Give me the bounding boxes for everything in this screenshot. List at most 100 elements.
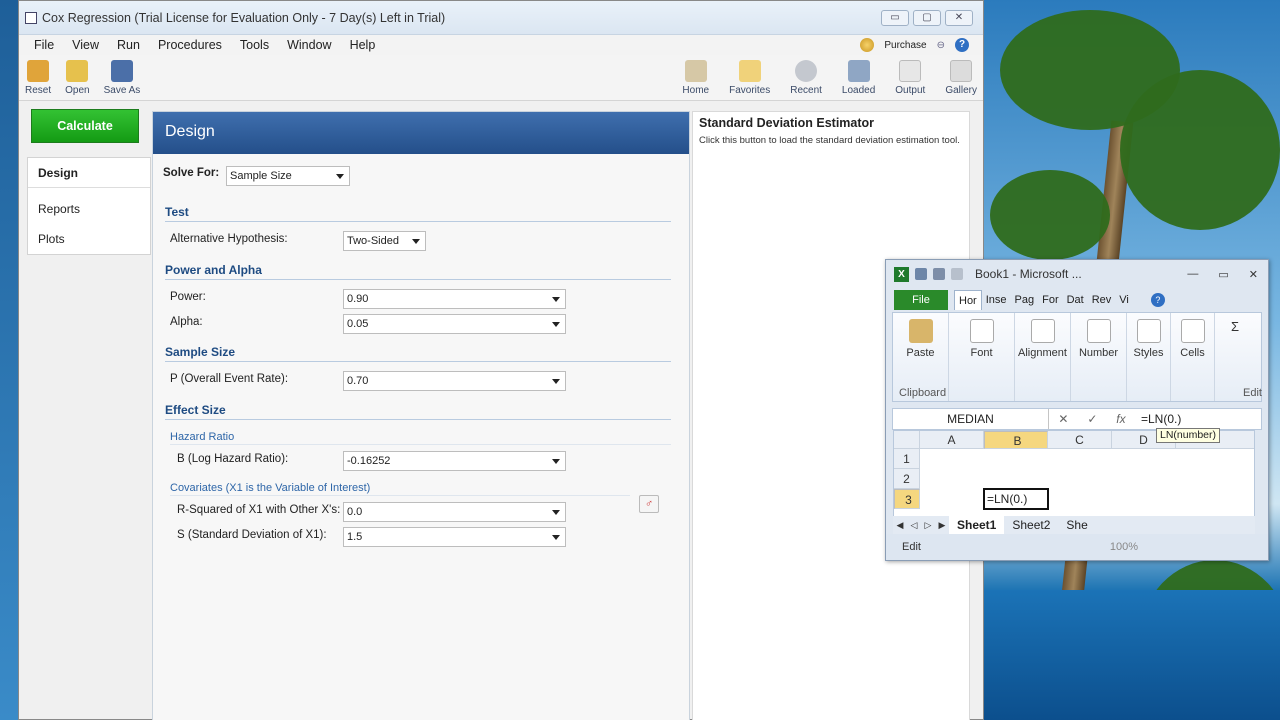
palm-leaves-3 (990, 170, 1110, 260)
formula-input[interactable]: =LN(0.) (1135, 412, 1181, 426)
menu-tools[interactable]: Tools (231, 38, 278, 52)
save-icon[interactable] (915, 268, 927, 280)
styles-button[interactable]: Styles (1127, 313, 1171, 401)
tab-review[interactable]: Rev (1088, 290, 1116, 310)
redo-icon[interactable] (951, 268, 963, 280)
select-all-corner[interactable] (894, 431, 920, 449)
help-icon[interactable]: ? (955, 38, 969, 52)
sheet-tab-sheet3[interactable]: She (1058, 516, 1095, 534)
sheet-tab-sheet1[interactable]: Sheet1 (949, 516, 1005, 534)
solve-for-select[interactable]: Sample Size (226, 166, 350, 186)
maximize-button[interactable]: ▢ (913, 10, 941, 26)
tab-formulas[interactable]: For (1038, 290, 1063, 310)
tab-home[interactable]: Hor (954, 290, 982, 310)
event-rate-select[interactable]: 0.70 (343, 371, 566, 391)
std-dev-select[interactable]: 1.5 (343, 527, 566, 547)
alignment-icon (1030, 319, 1055, 343)
cells-button[interactable]: Cells (1171, 313, 1215, 401)
section-sample-size: Sample Size (165, 345, 236, 359)
row-header-1[interactable]: 1 (894, 449, 920, 469)
menu-window[interactable]: Window (278, 38, 340, 52)
recent-button[interactable]: Recent (790, 60, 822, 96)
save-as-button[interactable]: Save As (104, 60, 140, 96)
cancel-icon[interactable]: ✕ (1058, 412, 1068, 426)
favorites-button[interactable]: Favorites (729, 60, 770, 96)
row-header-2[interactable]: 2 (894, 469, 920, 489)
loaded-button[interactable]: Loaded (842, 60, 875, 96)
menu-run[interactable]: Run (108, 38, 149, 52)
tab-data[interactable]: Dat (1063, 290, 1088, 310)
save-icon (110, 60, 133, 82)
last-sheet-icon[interactable]: ▶ (935, 520, 949, 531)
home-button[interactable]: Home (682, 60, 709, 96)
chevron-down-icon (552, 535, 560, 540)
favorites-label: Favorites (729, 85, 771, 96)
covariates-subheading: Covariates (X1 is the Variable of Intere… (170, 482, 371, 494)
reset-button[interactable]: Reset (25, 60, 51, 96)
menu-file[interactable]: File (25, 38, 63, 52)
menu-help[interactable]: Help (341, 38, 385, 52)
tab-file[interactable]: File (894, 290, 948, 310)
divider (165, 221, 671, 222)
tab-page-layout[interactable]: Pag (1011, 290, 1039, 310)
sd-estimator-button[interactable]: ♂ (639, 495, 659, 513)
alpha-select[interactable]: 0.05 (343, 314, 566, 334)
prev-sheet-icon[interactable]: ◁ (907, 520, 921, 531)
gallery-button[interactable]: Gallery (945, 60, 977, 96)
column-header-b[interactable]: B (984, 431, 1048, 449)
edit-group-label: Edit (1243, 387, 1262, 399)
number-button[interactable]: Number (1071, 313, 1127, 401)
tab-view[interactable]: Vi (1115, 290, 1133, 310)
excel-close-button[interactable]: ✕ (1249, 268, 1258, 281)
excel-window: X Book1 - Microsoft ... — ▭ ✕ File Hor I… (885, 259, 1269, 561)
minimize-button[interactable]: ▭ (881, 10, 909, 26)
insert-function-icon[interactable]: fx (1116, 412, 1125, 426)
row-header-3[interactable]: 3 (894, 489, 920, 509)
cell-b3[interactable]: =LN(0.) (983, 488, 1049, 510)
enter-icon[interactable]: ✓ (1087, 412, 1097, 426)
purchase-link[interactable]: Purchase (884, 40, 926, 51)
log-hazard-select[interactable]: -0.16252 (343, 451, 566, 471)
undo-icon[interactable] (933, 268, 945, 280)
alt-hypothesis-select[interactable]: Two-Sided (343, 231, 426, 251)
output-button[interactable]: Output (895, 60, 925, 96)
nav-item-reports[interactable]: Reports (28, 194, 150, 224)
loaded-label: Loaded (841, 85, 876, 96)
zoom-level[interactable]: 100% (1110, 541, 1138, 553)
next-sheet-icon[interactable]: ▷ (921, 520, 935, 531)
reset-label: Reset (25, 85, 52, 96)
tab-insert[interactable]: Inse (982, 290, 1011, 310)
spreadsheet-grid[interactable]: A B C D 1 2 3 =LN(0.) (893, 430, 1255, 518)
r-squared-select[interactable]: 0.0 (343, 502, 566, 522)
star-icon (738, 60, 761, 82)
power-value: 0.90 (347, 293, 369, 305)
font-button[interactable]: Font (949, 313, 1015, 401)
alpha-value: 0.05 (347, 318, 369, 330)
sheet-tab-sheet2[interactable]: Sheet2 (1004, 516, 1058, 534)
nav-item-design[interactable]: Design (28, 158, 150, 188)
purchase-coin-icon[interactable] (860, 38, 875, 52)
power-select[interactable]: 0.90 (343, 289, 566, 309)
alignment-button[interactable]: Alignment (1015, 313, 1071, 401)
std-dev-value: 1.5 (347, 531, 363, 543)
nav-item-plots[interactable]: Plots (28, 224, 150, 254)
open-button[interactable]: Open (65, 60, 90, 96)
menu-view[interactable]: View (63, 38, 108, 52)
column-header-a[interactable]: A (920, 431, 984, 449)
autosum-icon: Σ (1230, 319, 1240, 334)
excel-titlebar[interactable]: X Book1 - Microsoft ... — ▭ ✕ (886, 260, 1268, 288)
excel-minimize-button[interactable]: — (1187, 268, 1198, 281)
window-titlebar[interactable]: Cox Regression (Trial License for Evalua… (19, 1, 983, 35)
help-icon[interactable]: ? (1150, 293, 1165, 307)
toolbar: Reset Open Save As Home Favorites Recent (19, 55, 983, 101)
name-box[interactable]: MEDIAN (893, 409, 1049, 429)
menu-procedures[interactable]: Procedures (149, 38, 231, 52)
column-header-c[interactable]: C (1048, 431, 1112, 449)
first-sheet-icon[interactable]: ◀ (893, 520, 907, 531)
calculate-button[interactable]: Calculate (31, 109, 139, 143)
close-button[interactable]: ✕ (945, 10, 973, 26)
cox-regression-window: Cox Regression (Trial License for Evalua… (18, 0, 984, 720)
info-title: Standard Deviation Estimator (699, 116, 875, 130)
excel-maximize-button[interactable]: ▭ (1218, 268, 1228, 281)
restore-icon[interactable]: ⊖ (937, 40, 945, 51)
